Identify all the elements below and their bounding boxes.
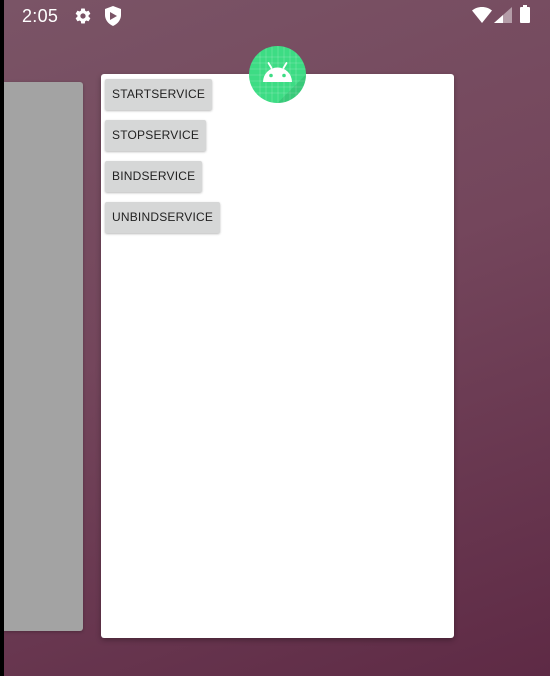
stop-service-button[interactable]: STOPSERVICE [105,120,207,151]
bind-service-button[interactable]: BINDSERVICE [105,161,203,192]
settings-icon [74,7,92,30]
wifi-icon [472,7,492,28]
status-bar: 2:05 [0,0,550,32]
battery-icon [520,5,530,28]
android-app-icon[interactable] [249,46,306,103]
previous-app-card[interactable] [4,82,83,631]
start-service-button[interactable]: STARTSERVICE [105,79,213,110]
status-time: 2:05 [22,6,59,26]
app-task-card[interactable]: STARTSERVICE STOPSERVICE BINDSERVICE UNB… [101,74,454,638]
shield-icon [104,6,122,31]
cell-signal-icon [494,7,512,28]
unbind-service-button[interactable]: UNBINDSERVICE [105,202,221,233]
